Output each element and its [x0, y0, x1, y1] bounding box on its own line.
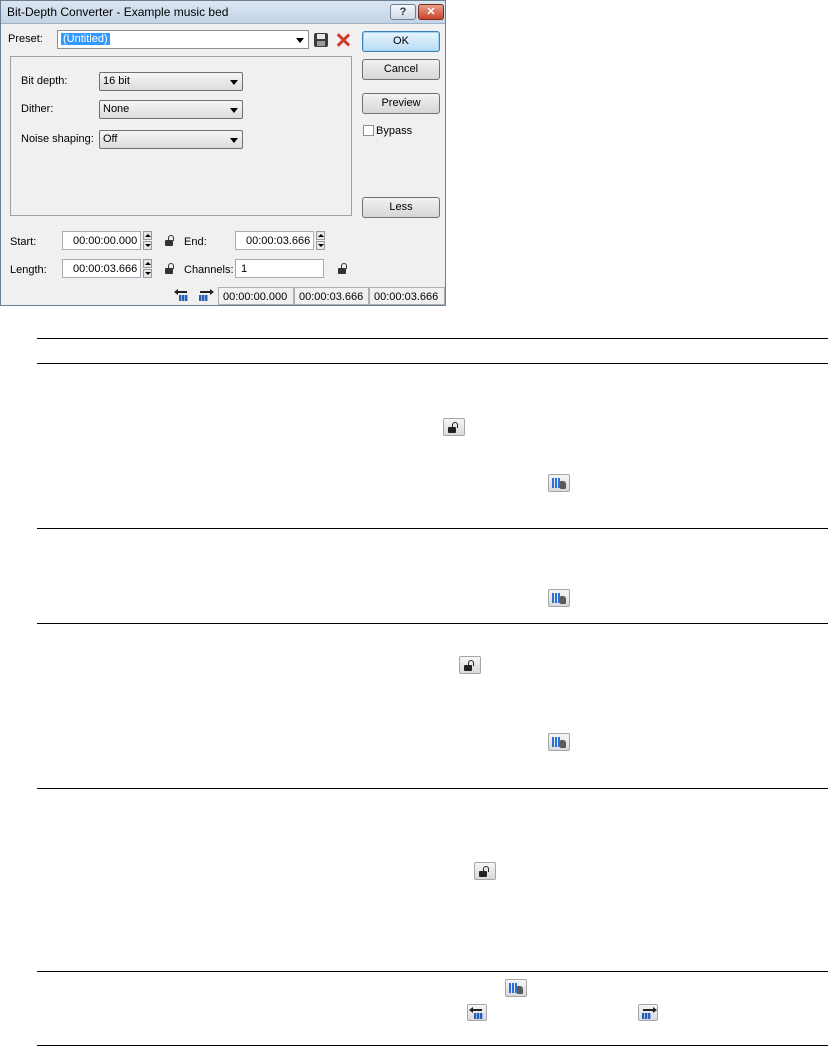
move-selection-right-icon[interactable]	[196, 287, 216, 304]
table-rule	[37, 363, 828, 364]
cancel-button[interactable]: Cancel	[362, 59, 440, 80]
start-field[interactable]: 00:00:00.000	[62, 231, 141, 250]
title-bar[interactable]: Bit-Depth Converter - Example music bed …	[1, 1, 445, 24]
help-button[interactable]: ?	[390, 4, 416, 20]
move-selection-left-icon[interactable]	[173, 287, 193, 304]
length-label: Length:	[10, 264, 47, 276]
table-rule	[37, 788, 828, 789]
preset-value: (Untitled)	[61, 33, 110, 45]
preset-combo[interactable]: (Untitled)	[57, 30, 309, 49]
status-selection-end: 00:00:03.666	[294, 287, 369, 305]
chevron-down-icon	[230, 80, 238, 85]
status-selection-length: 00:00:03.666	[369, 287, 445, 305]
delete-preset-icon[interactable]	[335, 32, 351, 48]
end-field[interactable]: 00:00:03.666	[235, 231, 314, 250]
dither-value: None	[103, 103, 130, 115]
chevron-down-icon	[230, 108, 238, 113]
close-button[interactable]: ✕	[418, 4, 444, 20]
length-field[interactable]: 00:00:03.666	[62, 259, 141, 278]
length-spinner[interactable]	[143, 259, 152, 278]
bit-depth-value: 16 bit	[103, 75, 130, 87]
start-lock-icon[interactable]	[164, 235, 176, 247]
channels-field[interactable]: 1	[235, 259, 324, 278]
chevron-down-icon	[296, 38, 304, 43]
lock-icon	[459, 656, 481, 674]
channels-value: 1	[241, 263, 248, 275]
bypass-label: Bypass	[376, 125, 413, 137]
channels-label: Channels:	[184, 264, 234, 276]
waveform-select-icon	[505, 979, 527, 997]
lock-icon	[474, 862, 496, 880]
less-button[interactable]: Less	[362, 197, 440, 218]
ok-button[interactable]: OK	[362, 31, 440, 52]
waveform-select-icon	[548, 733, 570, 751]
start-value: 00:00:00.000	[73, 235, 138, 247]
start-spinner[interactable]	[143, 231, 152, 250]
table-rule	[37, 528, 828, 529]
dither-select[interactable]: None	[99, 100, 243, 119]
bypass-checkbox[interactable]	[363, 125, 374, 136]
waveform-select-icon	[548, 474, 570, 492]
save-preset-icon[interactable]	[314, 33, 328, 47]
dither-label: Dither:	[21, 103, 54, 115]
move-selection-right-icon	[638, 1004, 658, 1021]
noise-shaping-label: Noise shaping:	[21, 133, 94, 145]
bit-depth-select[interactable]: 16 bit	[99, 72, 243, 91]
length-value: 00:00:03.666	[73, 263, 138, 275]
move-selection-left-icon	[467, 1004, 487, 1021]
close-icon: ✕	[426, 6, 436, 18]
table-rule	[37, 338, 828, 339]
status-selection-start: 00:00:00.000	[218, 287, 294, 305]
table-rule	[37, 971, 828, 972]
channels-lock-icon[interactable]	[337, 263, 349, 275]
bit-depth-converter-dialog: Bit-Depth Converter - Example music bed …	[0, 0, 446, 306]
bit-depth-label: Bit depth:	[21, 75, 68, 87]
end-spinner[interactable]	[316, 231, 325, 250]
dialog-title: Bit-Depth Converter - Example music bed	[7, 5, 229, 19]
help-icon: ?	[399, 6, 407, 18]
settings-group: Bit depth: 16 bit Dither: None Noise sha…	[10, 56, 352, 216]
end-value: 00:00:03.666	[246, 235, 311, 247]
chevron-down-icon	[230, 138, 238, 143]
noise-shaping-value: Off	[103, 133, 118, 145]
start-label: Start:	[10, 236, 37, 248]
lock-icon	[443, 418, 465, 436]
noise-shaping-select[interactable]: Off	[99, 130, 243, 149]
waveform-select-icon	[548, 589, 570, 607]
preview-button[interactable]: Preview	[362, 93, 440, 114]
table-rule	[37, 623, 828, 624]
preset-label: Preset:	[8, 33, 43, 45]
end-label: End:	[184, 236, 207, 248]
length-lock-icon[interactable]	[164, 263, 176, 275]
